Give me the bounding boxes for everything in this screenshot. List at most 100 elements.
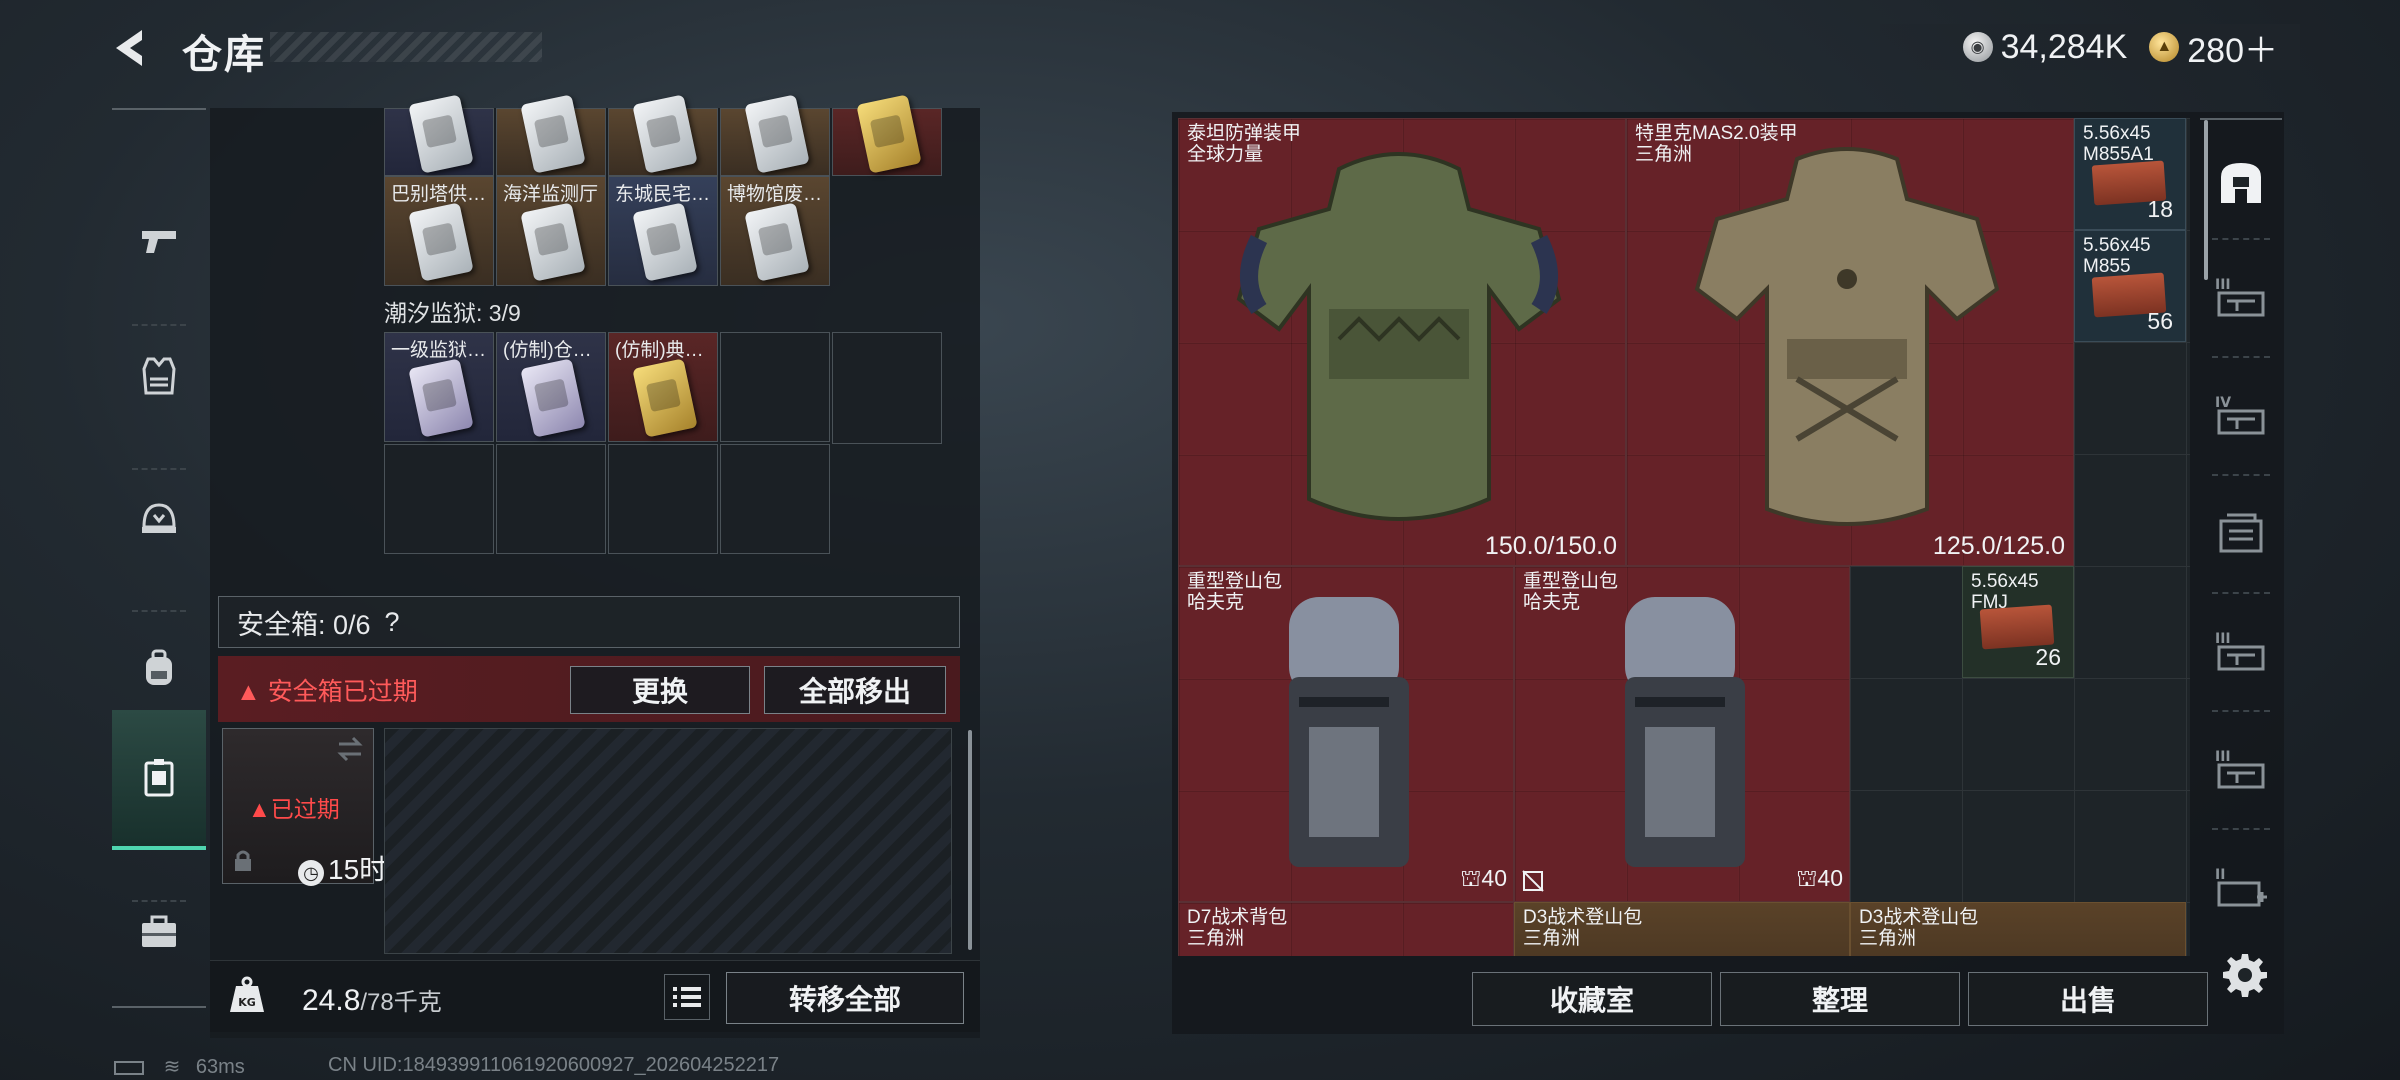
card-slot[interactable]	[384, 94, 494, 176]
right-storage-nav: III IV III III II	[2200, 118, 2282, 958]
weight-icon: KG	[230, 976, 264, 1012]
armor-vest-image	[1236, 152, 1562, 521]
stash-item-backpack[interactable]: D3战术登山包 三角洲	[1850, 902, 2186, 956]
stash-item-ammo[interactable]: 5.56x45 M855A1 18	[2074, 118, 2186, 230]
safebox-capacity-label: 安全箱: 0/6	[237, 609, 371, 640]
keycard-item[interactable]: 东城民宅…	[608, 176, 718, 286]
gold-coin-amount[interactable]: 280＋	[2187, 23, 2278, 72]
item-label: 东城民宅…	[615, 184, 711, 205]
nav-item-tools[interactable]	[112, 862, 206, 1002]
user-uid: CN UID:184939911061920600927_20260425221…	[328, 1054, 780, 1076]
item-name: 重型登山包 哈夫克	[1523, 571, 1619, 613]
settings-gear-icon[interactable]	[2222, 952, 2268, 998]
list-view-button[interactable]	[664, 974, 710, 1020]
silver-coin-amount: 34,284K	[2000, 27, 2128, 66]
no-mark-icon	[1522, 870, 1544, 892]
storage-tab-add-case[interactable]: II	[2200, 832, 2282, 942]
transfer-all-button[interactable]: 转移全部	[726, 972, 964, 1024]
tier-2-weapon-case-add-icon: II	[2215, 867, 2267, 907]
network-status: ≋ 63ms	[114, 1054, 245, 1079]
stash-item-ammo[interactable]: 5.56x45 FMJ 26	[1962, 566, 2074, 678]
safebox-grid-locked	[384, 728, 952, 954]
empty-slot[interactable]	[720, 332, 830, 442]
currency-bar: ◉ 34,284K ▲ 280＋	[1880, 24, 2300, 70]
item-name: D3战术登山包 三角洲	[1523, 907, 1643, 949]
storage-tab-case[interactable]: III	[2200, 596, 2282, 706]
storage-tab-case[interactable]: IV	[2200, 360, 2282, 470]
keycard-item[interactable]: (仿制)仓…	[496, 332, 606, 442]
silver-coin-icon: ◉	[1962, 32, 1993, 62]
tier-3-weapon-case-icon: III	[2215, 277, 2265, 317]
item-capacity: ⛫40	[1460, 865, 1507, 891]
nav-item-weapons[interactable]	[112, 170, 206, 310]
svg-text:III: III	[2215, 277, 2231, 293]
remove-all-button[interactable]: 全部移出	[764, 666, 946, 714]
safebox-header: 安全箱: 0/6 ?	[218, 596, 960, 648]
nav-item-helmets[interactable]	[112, 450, 206, 590]
keycard-item[interactable]: 巴别塔供…	[384, 176, 494, 286]
card-slot[interactable]	[496, 94, 606, 176]
tier-4-weapon-case-icon: IV	[2215, 395, 2265, 435]
empty-slot[interactable]	[384, 444, 494, 554]
storage-tab-shelter[interactable]	[2200, 128, 2282, 238]
clock-icon: ◷	[298, 860, 324, 886]
card-slot[interactable]	[832, 94, 942, 176]
item-durability: 125.0/125.0	[1932, 532, 2065, 560]
storage-tab-case[interactable]: III	[2200, 714, 2282, 824]
card-slot[interactable]	[608, 94, 718, 176]
item-count: 56	[2147, 308, 2173, 334]
svg-text:II: II	[2215, 867, 2225, 883]
storage-tab-case[interactable]: III	[2200, 242, 2282, 352]
sell-button[interactable]: 出售	[1968, 972, 2208, 1026]
keycard-item[interactable]: 博物馆废…	[720, 176, 830, 286]
svg-text:KG: KG	[238, 996, 256, 1009]
stash-item-backpack[interactable]: D7战术背包 三角洲	[1178, 902, 1514, 956]
nav-item-armor[interactable]	[112, 306, 206, 446]
keycard-item[interactable]: 海洋监测厅	[496, 176, 606, 286]
empty-slot[interactable]	[496, 444, 606, 554]
safebox-icon	[144, 759, 174, 797]
stash-item-ammo[interactable]: 5.56x45 M855 56	[2074, 230, 2186, 342]
item-name: D3战术登山包 三角洲	[1859, 907, 1979, 949]
lock-icon	[235, 850, 251, 871]
weight-readout: 24.8/78千克	[302, 984, 442, 1017]
stash-item-armor[interactable]: 特里克MAS2.0装甲 三角洲 125.0/125.0	[1626, 118, 2074, 566]
card-slot[interactable]	[720, 94, 830, 176]
help-icon[interactable]: ?	[385, 607, 400, 638]
vest-icon	[142, 357, 176, 395]
stash-item-backpack[interactable]: D3战术登山包 三角洲	[1514, 902, 1850, 956]
back-arrow-icon[interactable]	[108, 26, 152, 70]
stash-item-armor[interactable]: 泰坦防弹装甲 全球力量 150.0/150.0	[1178, 118, 1626, 566]
item-name: 5.56x45 M855	[2083, 235, 2151, 277]
backpack-icon	[146, 649, 172, 685]
title-decoration	[270, 32, 542, 62]
sort-button[interactable]: 整理	[1720, 972, 1960, 1026]
stash-item-backpack[interactable]: 重型登山包 哈夫克 ⛫40	[1514, 566, 1850, 902]
storage-box-icon	[2219, 513, 2263, 553]
battery-icon	[114, 1060, 144, 1075]
item-durability: 150.0/150.0	[1484, 532, 1617, 560]
svg-text:III: III	[2215, 749, 2231, 765]
storage-tab-box[interactable]	[2200, 478, 2282, 588]
warning-icon: ▲	[236, 678, 261, 706]
keycard-item[interactable]: (仿制)典…	[608, 332, 718, 442]
expired-warning: ▲ 安全箱已过期	[236, 678, 418, 706]
keycard-item[interactable]: 一级监狱…	[384, 332, 494, 442]
stash-item-backpack[interactable]: 重型登山包 哈夫克 ⛫40	[1178, 566, 1514, 902]
left-scrollbar[interactable]	[968, 730, 972, 950]
armor-vest-image	[1694, 147, 2000, 526]
slot-time-remaining: ◷ 15时	[298, 848, 387, 888]
empty-slot[interactable]	[832, 332, 942, 444]
collection-room-button[interactable]: 收藏室	[1472, 972, 1712, 1026]
empty-slot[interactable]	[608, 444, 718, 554]
helmet-icon	[142, 503, 176, 533]
empty-slot[interactable]	[720, 444, 830, 554]
nav-item-safebox[interactable]	[112, 710, 206, 850]
item-name: 重型登山包 哈夫克	[1187, 571, 1283, 613]
replace-button[interactable]: 更换	[570, 666, 750, 714]
svg-text:IV: IV	[2215, 395, 2231, 411]
section-label: 潮汐监狱: 3/9	[384, 300, 521, 326]
warning-icon: ▲	[248, 796, 271, 822]
wifi-icon: ≋	[163, 1056, 181, 1078]
backpack-image	[1625, 597, 1745, 867]
